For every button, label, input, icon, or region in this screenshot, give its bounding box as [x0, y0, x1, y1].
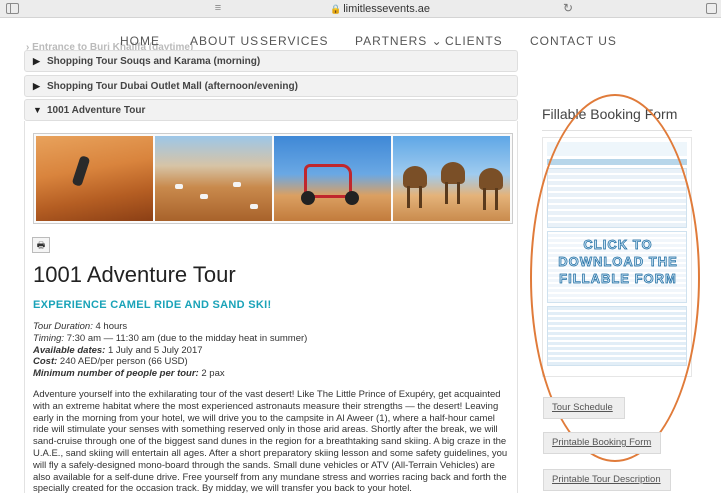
url-text: limitlessevents.ae [343, 3, 431, 15]
reader-icon[interactable]: ≡ [212, 3, 224, 14]
address-bar[interactable]: 🔒 limitlessevents.ae [300, 2, 460, 16]
tabs-overview-icon[interactable] [706, 3, 717, 14]
dune-buggy [301, 164, 352, 205]
print-icon[interactable]: 🖶 [32, 237, 50, 253]
accordion-panel: 🖶 1001 Adventure Tour EXPERIENCE CAMEL R… [24, 121, 518, 493]
vehicle [233, 182, 241, 187]
chevron-right-icon: ▶ [33, 81, 40, 91]
desert-vehicles-photo[interactable] [155, 136, 272, 221]
timing-label: Timing: [33, 332, 65, 344]
duration-label: Tour Duration: [33, 321, 93, 332]
sand-ski-photo[interactable] [36, 136, 153, 221]
printable-booking-form-button[interactable]: Printable Booking Form [543, 432, 661, 454]
accordion-item-adventure-tour[interactable]: ▼ 1001 Adventure Tour [24, 99, 518, 121]
duration-value: 4 hours [92, 321, 128, 332]
dates-value: 1 July and 5 July 2017 [105, 344, 203, 356]
photo-gallery [33, 133, 513, 224]
nav-home[interactable]: HOME [120, 34, 160, 48]
dune-buggy-photo[interactable] [274, 136, 391, 221]
tour-details: Tour Duration: 4 hours Timing: 7:30 am —… [33, 321, 307, 380]
sidebar-icon[interactable] [6, 3, 19, 14]
chevron-right-icon: ▶ [33, 56, 40, 66]
nav-clients[interactable]: CLIENTS [445, 34, 503, 48]
timing-value: 7:30 am — 11:30 am (due to the midday he… [64, 332, 308, 344]
chevron-down-icon: ▼ [33, 105, 42, 115]
camel [441, 162, 465, 204]
reload-icon[interactable]: ↻ [563, 1, 573, 15]
tour-schedule-button[interactable]: Tour Schedule [543, 397, 625, 419]
cost-label: Cost: [33, 356, 58, 368]
camel [403, 166, 427, 208]
vehicle [175, 184, 183, 189]
accordion-label: Shopping Tour Souqs and Karama (morning) [47, 56, 261, 67]
sand-skier [71, 155, 91, 187]
accordion-label: Shopping Tour Dubai Outlet Mall (afterno… [47, 81, 298, 92]
nav-services[interactable]: SERVICES [260, 34, 328, 48]
tour-subtitle: EXPERIENCE CAMEL RIDE AND SAND SKI! [33, 299, 272, 311]
accordion-label: 1001 Adventure Tour [47, 105, 146, 116]
vehicle [200, 194, 208, 199]
vehicle [250, 204, 258, 209]
nav-about-us[interactable]: ABOUT US [190, 34, 259, 48]
min-people-label: Minimum number of people per tour: [33, 368, 199, 380]
browser-toolbar: ≡ 🔒 limitlessevents.ae ↻ [0, 0, 721, 18]
accordion-item-shopping-outlet[interactable]: ▶ Shopping Tour Dubai Outlet Mall (aftern… [24, 75, 518, 97]
min-people-value: 2 pax [198, 368, 225, 380]
nav-partners[interactable]: PARTNERS ⌄ [355, 34, 443, 48]
accordion-item-shopping-souqs[interactable]: ▶ Shopping Tour Souqs and Karama (morning… [24, 50, 518, 72]
camel [479, 168, 503, 210]
printable-tour-description-button[interactable]: Printable Tour Description [543, 469, 671, 491]
tour-title: 1001 Adventure Tour [33, 262, 236, 287]
dates-label: Available dates: [33, 344, 106, 356]
nav-contact-us[interactable]: CONTACT US [530, 34, 617, 48]
cost-value: 240 AED/per person (66 USD) [57, 356, 188, 368]
camel-ride-photo[interactable] [393, 136, 510, 221]
lock-icon: 🔒 [329, 4, 342, 14]
tour-description: Adventure yourself into the exhilarating… [33, 389, 508, 493]
